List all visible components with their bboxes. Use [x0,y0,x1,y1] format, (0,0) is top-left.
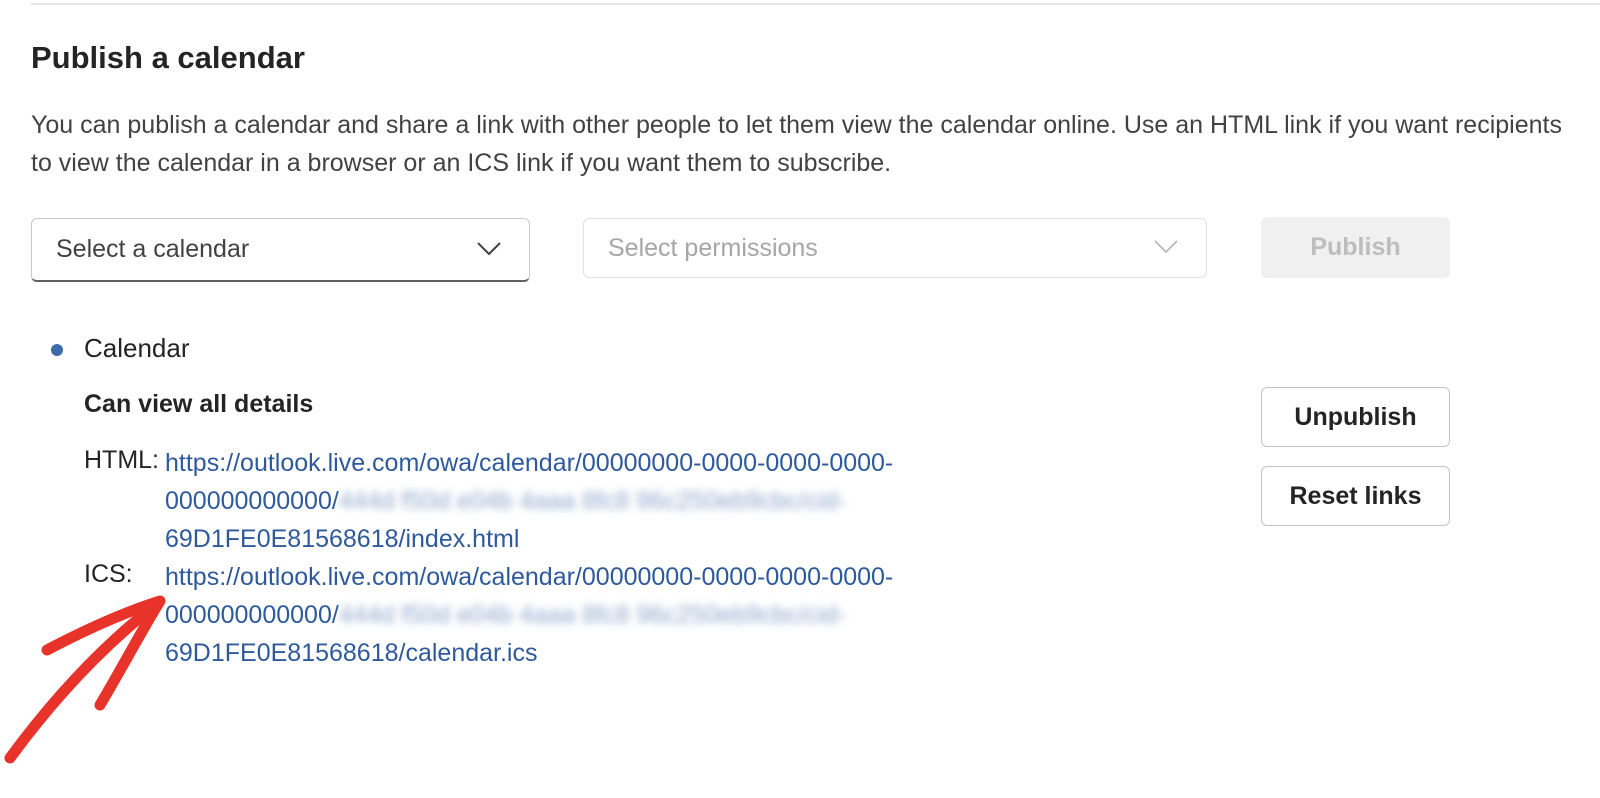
published-calendar-name: Calendar [84,333,190,363]
select-calendar-placeholder: Select a calendar [56,235,250,263]
permission-level: Can view all details [84,390,314,418]
publish-button[interactable]: Publish [1261,217,1450,278]
reset-links-button[interactable]: Reset links [1261,466,1450,526]
page-title: Publish a calendar [31,40,305,75]
ics-link-line-2: 000000000000/444d f50d e04b 4aaa 8fc8 96… [165,596,893,634]
unpublish-button[interactable]: Unpublish [1261,387,1450,447]
select-permissions-placeholder: Select permissions [608,233,818,262]
html-link-line-2-text: 000000000000/ [165,487,339,515]
chevron-down-icon [477,241,501,255]
html-link-label: HTML: [84,446,159,474]
html-link-line-1: https://outlook.live.com/owa/calendar/00… [165,449,894,477]
select-permissions-dropdown[interactable]: Select permissions [583,218,1207,278]
red-arrow-icon [4,595,166,764]
ics-link[interactable]: https://outlook.live.com/owa/calendar/00… [165,558,893,672]
html-link[interactable]: https://outlook.live.com/owa/calendar/00… [165,444,893,558]
html-link-blurred-segment: 444d f50d e04b 4aaa 8fc8 96c250eb9cbc/ci… [338,487,847,515]
ics-link-line-2-text: 000000000000/ [165,601,339,629]
ics-link-line-3: 69D1FE0E81568618/calendar.ics [165,639,538,667]
html-link-line-3: 69D1FE0E81568618/index.html [165,525,520,553]
calendar-bullet-dot [51,344,63,356]
top-divider [31,3,1600,5]
ics-link-blurred-segment: 444d f50d e04b 4aaa 8fc8 96c250eb9cbc/ci… [338,601,847,629]
ics-link-line-1: https://outlook.live.com/owa/calendar/00… [165,563,894,591]
chevron-down-icon [1154,240,1178,254]
publish-description: You can publish a calendar and share a l… [31,111,1562,177]
html-link-line-2: 000000000000/444d f50d e04b 4aaa 8fc8 96… [165,482,893,520]
ics-link-label: ICS: [84,560,133,588]
select-calendar-dropdown[interactable]: Select a calendar [31,218,530,282]
